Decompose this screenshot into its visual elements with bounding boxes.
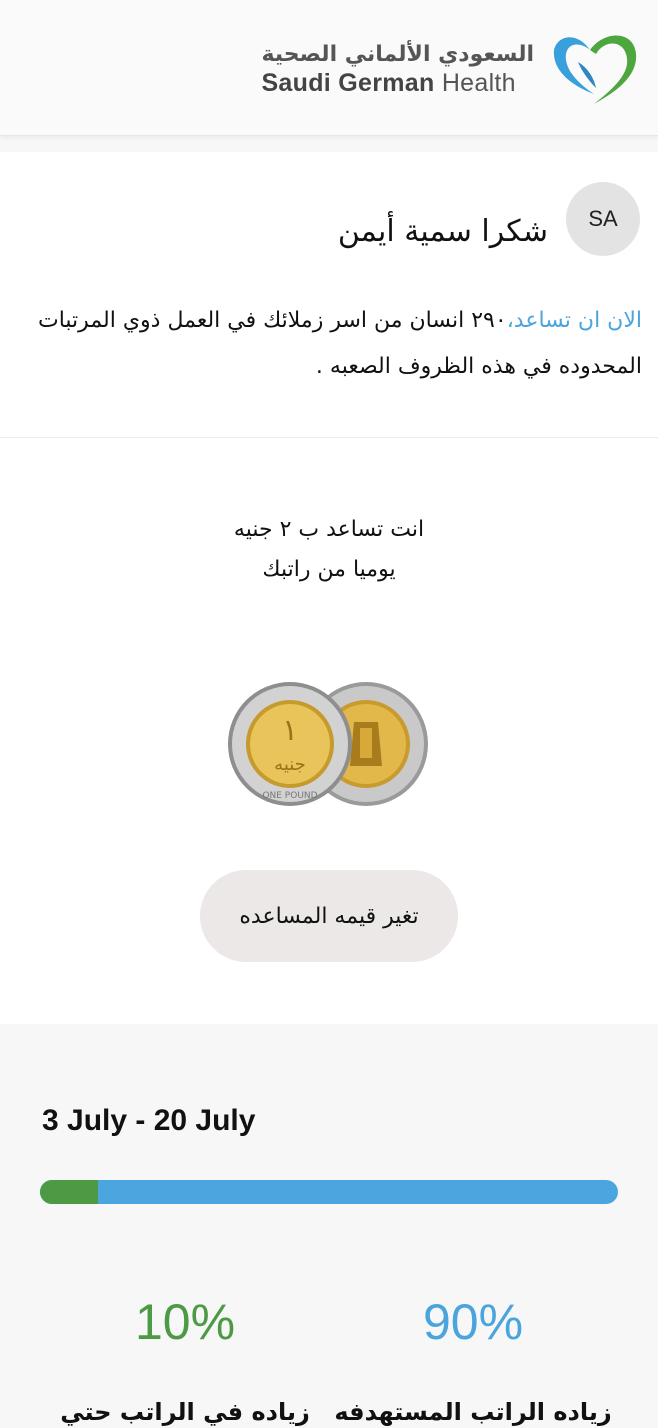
achieved-percent: 10% bbox=[134, 1294, 236, 1350]
contribution-frequency: يوميا من راتبك bbox=[262, 557, 396, 582]
brand-name: السعودي الألماني الصحية Saudi German Hea… bbox=[261, 42, 534, 98]
thanks-title: شكرا سمية أيمن bbox=[337, 214, 548, 249]
thanks-message: الان ان تساعد،٢٩٠ انسان من اسر زملائك في… bbox=[18, 298, 642, 390]
brand-name-arabic: السعودي الألماني الصحية bbox=[261, 42, 534, 67]
progress-bar-fill bbox=[40, 1180, 98, 1204]
achieved-stat: 10% زياده في الراتب حتي bbox=[40, 1294, 330, 1426]
svg-text:ONE POUND: ONE POUND bbox=[262, 791, 317, 801]
change-contribution-button[interactable]: تغير قيمه المساعده bbox=[200, 870, 458, 962]
progress-section: 3 July - 20 July 10% زياده في الراتب حتي… bbox=[0, 1024, 658, 1428]
contribution-amount: انت تساعد ب ٢ جنيه bbox=[233, 517, 425, 542]
progress-bar bbox=[40, 1180, 618, 1204]
date-range: 3 July - 20 July bbox=[42, 1104, 256, 1137]
app-header: السعودي الألماني الصحية Saudi German Hea… bbox=[0, 0, 658, 136]
contribution-text: انت تساعد ب ٢ جنيه يوميا من راتبك bbox=[0, 510, 658, 590]
heart-logo-icon bbox=[553, 35, 637, 104]
brand-name-english: Saudi German Health bbox=[261, 68, 534, 98]
brand-name-english-bold: Saudi German bbox=[261, 69, 435, 97]
egyptian-pound-coins-icon: ١ جنيه ONE POUND bbox=[228, 682, 428, 806]
contribution-section: انت تساعد ب ٢ جنيه يوميا من راتبك ١ جنيه… bbox=[0, 438, 658, 1024]
brand-name-english-light: Health bbox=[441, 69, 516, 97]
achieved-label: زياده في الراتب حتي bbox=[60, 1398, 310, 1426]
svg-text:١: ١ bbox=[282, 713, 298, 748]
avatar[interactable]: SA bbox=[566, 182, 640, 256]
target-stat: 90% زياده الراتب المستهدفه bbox=[328, 1294, 618, 1426]
thanks-card: SA شكرا سمية أيمن الان ان تساعد،٢٩٠ انسا… bbox=[0, 152, 658, 438]
thanks-message-highlight: الان ان تساعد، bbox=[506, 308, 642, 333]
target-percent: 90% bbox=[422, 1294, 524, 1350]
svg-text:جنيه: جنيه bbox=[274, 754, 306, 775]
target-label: زياده الراتب المستهدفه bbox=[334, 1398, 612, 1426]
